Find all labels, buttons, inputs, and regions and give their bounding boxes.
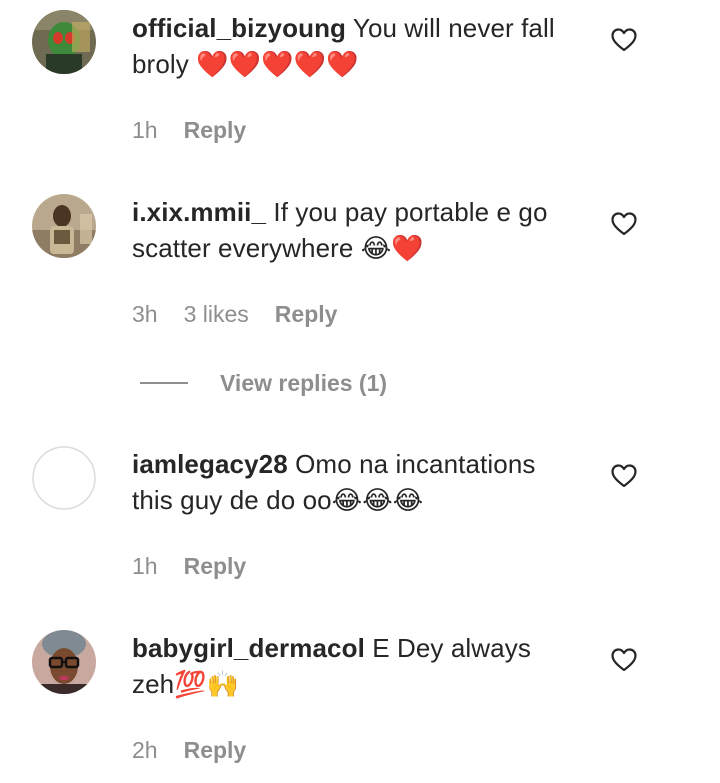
reply-button[interactable]: Reply	[184, 736, 247, 764]
reply-button[interactable]: Reply	[184, 552, 247, 580]
heart-outline-icon[interactable]	[611, 464, 637, 488]
comment-meta: 1h Reply	[132, 116, 246, 144]
heart-outline-icon[interactable]	[611, 212, 637, 236]
reply-button[interactable]: Reply	[275, 300, 338, 328]
heart-outline-icon[interactable]	[611, 648, 637, 672]
comment-meta: 1h Reply	[132, 552, 246, 580]
avatar[interactable]	[32, 194, 96, 258]
comment-time: 2h	[132, 737, 158, 763]
avatar-masked-figure-icon	[32, 10, 96, 74]
avatar-woman-glasses-icon	[32, 630, 96, 694]
avatar-placeholder-icon	[32, 446, 96, 510]
reply-button[interactable]: Reply	[184, 116, 247, 144]
avatar[interactable]	[32, 446, 96, 510]
comment-meta: 3h 3 likes Reply	[132, 300, 337, 328]
avatar-child-photo-icon	[32, 194, 96, 258]
comment-time: 3h	[132, 301, 158, 327]
comment-username[interactable]: iamlegacy28	[132, 449, 288, 479]
view-replies-label: View replies (1)	[220, 369, 388, 396]
comment-username[interactable]: babygirl_dermacol	[132, 633, 365, 663]
comment-likes[interactable]: 3 likes	[184, 300, 249, 328]
comment-username[interactable]: official_bizyoung	[132, 13, 346, 43]
view-replies-button[interactable]: View replies (1)	[140, 368, 387, 398]
divider-line	[140, 382, 188, 384]
avatar[interactable]	[32, 630, 96, 694]
comment-username[interactable]: i.xix.mmii_	[132, 197, 266, 227]
avatar[interactable]	[32, 10, 96, 74]
comment-time: 1h	[132, 117, 158, 143]
comment-time: 1h	[132, 553, 158, 579]
heart-outline-icon[interactable]	[611, 28, 637, 52]
comment-meta: 2h Reply	[132, 736, 246, 764]
